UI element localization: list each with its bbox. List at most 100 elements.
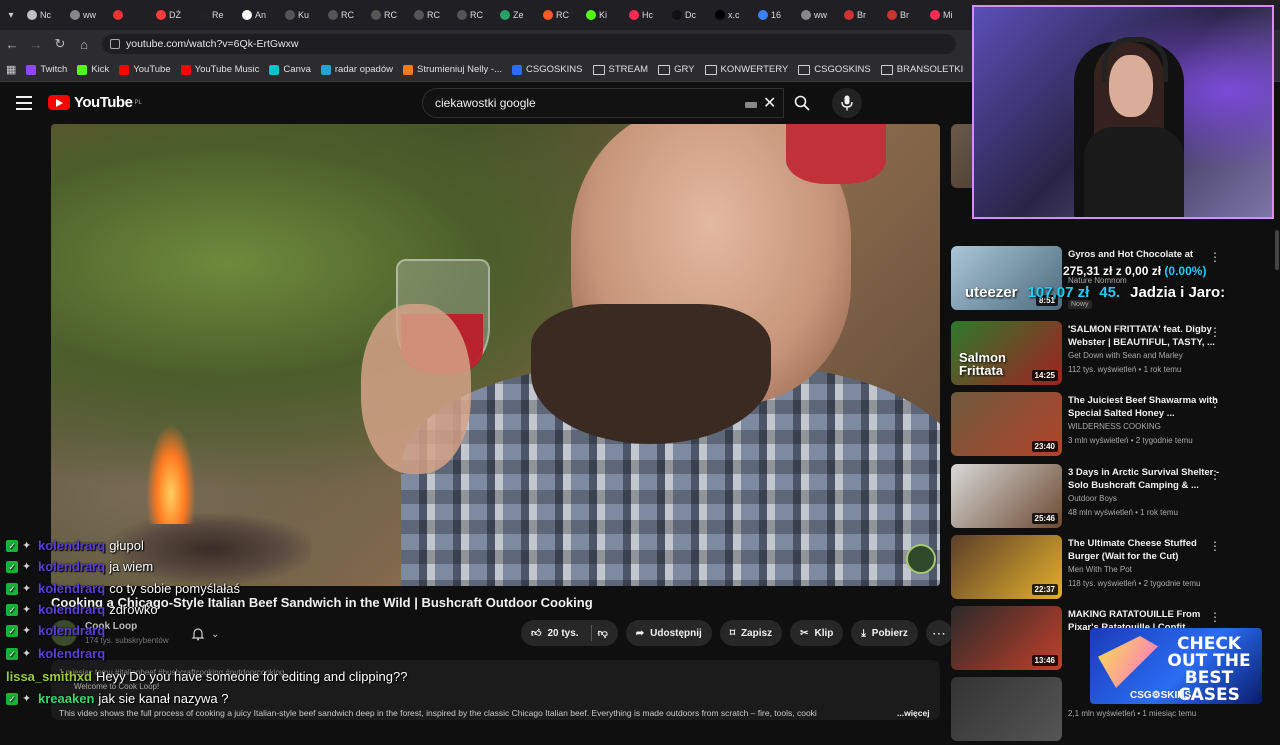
clip-button[interactable]: ✂ Klip <box>790 620 844 646</box>
browser-tab[interactable]: RC <box>367 4 408 26</box>
browser-tab[interactable]: RC <box>539 4 580 26</box>
browser-tab[interactable]: Re <box>195 4 236 26</box>
notification-bell-button[interactable]: ⌄ <box>191 624 235 644</box>
search-input[interactable]: ciekawostki google <box>422 88 784 118</box>
apps-grid-icon[interactable]: ▦ <box>6 63 16 76</box>
browser-tab[interactable]: 16 <box>754 4 795 26</box>
url-text: youtube.com/watch?v=6Qk-ErtGwxw <box>126 38 299 50</box>
bookmark-folder[interactable]: STREAM <box>592 64 649 75</box>
recommendation-title[interactable]: 'SALMON FRITTATA' feat. Digby Webster | … <box>1068 323 1228 349</box>
browser-tab[interactable]: Br <box>883 4 924 26</box>
browser-tab[interactable]: RC <box>324 4 365 26</box>
browser-tab[interactable]: DŻ <box>152 4 193 26</box>
browser-tab[interactable]: Ze <box>496 4 537 26</box>
browser-tab[interactable]: Hc <box>625 4 666 26</box>
save-button[interactable]: ⌑ Zapisz <box>719 620 783 646</box>
recommendation-channel[interactable]: Get Down with Sean and Marley <box>1068 351 1183 360</box>
browser-tab[interactable]: x.c <box>711 4 752 26</box>
tab-label: x.c <box>728 10 740 20</box>
channel-watermark-icon[interactable] <box>906 544 936 574</box>
back-icon[interactable]: ← <box>0 37 24 52</box>
browser-tab[interactable]: RC <box>453 4 494 26</box>
url-field[interactable]: youtube.com/watch?v=6Qk-ErtGwxw <box>102 34 956 54</box>
forward-icon[interactable]: → <box>24 37 48 52</box>
bookmark-item[interactable]: YouTube <box>119 64 171 75</box>
bookmark-label: STREAM <box>608 64 649 75</box>
bookmark-folder[interactable]: GRY <box>658 64 695 75</box>
bookmark-folder[interactable]: KONWERTERY <box>704 64 788 75</box>
recommendation-item[interactable]: 8:51 Gyros and Hot Chocolate at ⋮ Nature No… <box>951 246 1276 314</box>
home-icon[interactable]: ⌂ <box>72 37 96 52</box>
browser-tab[interactable]: ww <box>797 4 838 26</box>
more-options-icon[interactable]: ⋮ <box>1209 325 1221 339</box>
bookmark-item[interactable]: Twitch <box>26 64 67 75</box>
description-more-link[interactable]: ...więcej <box>897 708 930 718</box>
clear-search-icon[interactable]: ✕ <box>763 93 776 113</box>
recommendation-channel[interactable]: WILDERNESS COOKING <box>1068 422 1161 431</box>
ticker-number: 45. <box>1099 284 1121 301</box>
video-duration: 22:37 <box>1031 584 1058 595</box>
recommendation-thumbnail[interactable]: 13:46 <box>951 606 1062 670</box>
recommendation-item[interactable]: Salmon Frittata 14:25 'SALMON FRITTATA' fe… <box>951 321 1276 389</box>
page-scrollbar[interactable] <box>1275 230 1279 270</box>
bookmark-folder[interactable]: CSGOSKINS <box>798 64 871 75</box>
recommendation-thumbnail[interactable]: 25:46 <box>951 464 1062 528</box>
verified-badge-icon: ✓ <box>6 582 18 595</box>
like-divider <box>590 625 592 641</box>
more-options-icon[interactable]: ⋮ <box>1209 396 1221 410</box>
recommendation-thumbnail[interactable]: 23:40 <box>951 392 1062 456</box>
browser-tab[interactable]: Mi <box>926 4 967 26</box>
recommendation-title[interactable]: The Juiciest Beef Shawarma with Special … <box>1068 394 1228 420</box>
browser-tab[interactable]: RC <box>410 4 451 26</box>
browser-tab[interactable] <box>109 4 150 26</box>
search-button[interactable] <box>785 88 819 118</box>
bookmark-item[interactable]: radar opadów <box>320 64 393 75</box>
reload-icon[interactable]: ↻ <box>48 36 72 52</box>
browser-tab[interactable]: Dc <box>668 4 709 26</box>
site-info-icon[interactable] <box>110 39 120 49</box>
share-button[interactable]: ➦ Udostępnij <box>625 620 712 646</box>
recommendation-item[interactable]: 25:46 3 Days in Arctic Survival Shelter -… <box>951 464 1276 532</box>
video-player[interactable] <box>51 124 940 586</box>
more-options-icon[interactable]: ⋮ <box>1209 539 1221 553</box>
more-options-icon[interactable]: ⋮ <box>1209 250 1221 264</box>
tab-label: 16 <box>771 10 782 20</box>
keyboard-icon[interactable] <box>745 102 757 108</box>
recommendation-channel[interactable]: Men With The Pot <box>1068 565 1132 574</box>
more-actions-icon[interactable]: ⋯ <box>925 620 952 646</box>
browser-tab[interactable]: An <box>238 4 279 26</box>
menu-icon[interactable] <box>16 96 32 114</box>
recommendation-item[interactable]: 23:40 The Juiciest Beef Shawarma with Spe… <box>951 392 1276 460</box>
recommendation-title[interactable]: Gyros and Hot Chocolate at <box>1068 248 1228 261</box>
browser-tab[interactable]: ww <box>66 4 107 26</box>
tab-list-chevron-icon[interactable]: ▾ <box>0 0 22 30</box>
browser-tab[interactable]: Ku <box>281 4 322 26</box>
bookmark-item[interactable]: YouTube Music <box>180 64 259 75</box>
thumbs-down-icon[interactable]: 👎︎ <box>598 627 608 639</box>
video-person-hand <box>361 304 471 474</box>
recommendation-item[interactable]: 22:37 The Ultimate Cheese Stuffed Burger … <box>951 535 1276 603</box>
more-options-icon[interactable]: ⋮ <box>1209 610 1221 624</box>
bookmark-item[interactable]: Canva <box>269 64 311 75</box>
bookmark-item[interactable]: CSGOSKINS <box>512 64 583 75</box>
youtube-logo[interactable]: YouTube PL <box>48 94 142 111</box>
browser-tab[interactable]: Br <box>840 4 881 26</box>
verified-badge-icon: ✓ <box>6 692 18 705</box>
bookmark-label: GRY <box>674 64 695 75</box>
tab-favicon-icon <box>371 10 381 20</box>
recommendation-title[interactable]: The Ultimate Cheese Stuffed Burger (Wait… <box>1068 537 1228 563</box>
download-button[interactable]: ⤓ Pobierz <box>851 620 918 646</box>
recommendation-thumbnail[interactable]: Salmon Frittata 14:25 <box>951 321 1062 385</box>
recommendation-thumbnail[interactable] <box>951 677 1062 741</box>
bookmark-item[interactable]: Kick <box>77 64 109 75</box>
more-options-icon[interactable]: ⋮ <box>1209 468 1221 482</box>
like-button[interactable]: 👍︎ 20 tys. 👎︎ <box>521 620 618 646</box>
recommendation-title[interactable]: 3 Days in Arctic Survival Shelter - Solo… <box>1068 466 1228 492</box>
voice-search-button[interactable] <box>832 88 862 118</box>
bookmark-folder[interactable]: BRANSOLETKI <box>880 64 963 75</box>
recommendation-channel[interactable]: Outdoor Boys <box>1068 494 1117 503</box>
browser-tab[interactable]: Ki <box>582 4 623 26</box>
browser-tab[interactable]: Nc <box>23 4 64 26</box>
recommendation-thumbnail[interactable]: 22:37 <box>951 535 1062 599</box>
bookmark-item[interactable]: Strumieniuj Nelly -... <box>403 64 502 75</box>
